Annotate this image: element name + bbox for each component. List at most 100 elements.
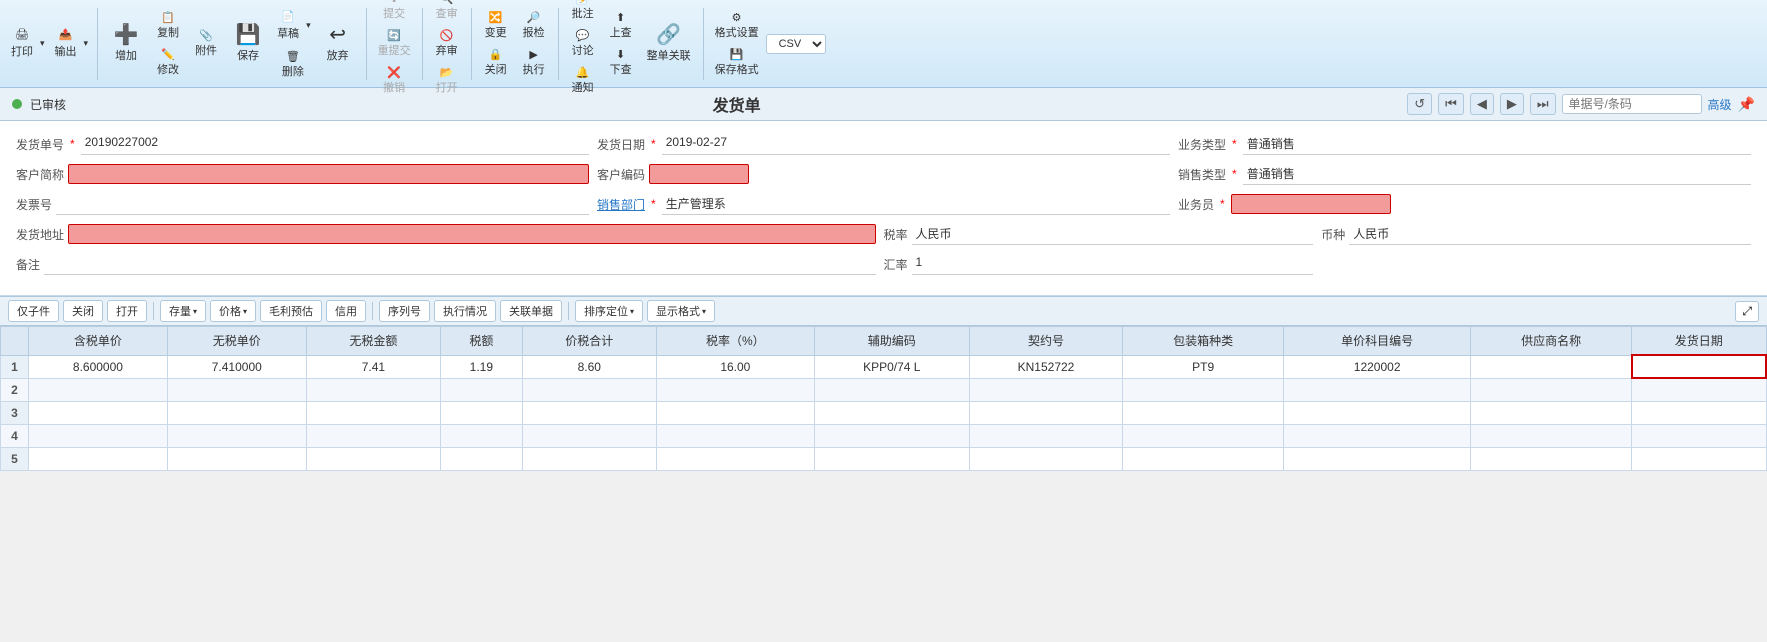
table-cell-tax_rate_pct[interactable] [656,424,814,447]
table-cell-unit_price_notax[interactable] [167,378,306,401]
inspect-button[interactable]: 🔎 报检 [516,8,552,43]
expand-table-button[interactable]: ⤢ [1735,301,1759,322]
table-cell-supplier_name[interactable] [1471,378,1632,401]
copy-button[interactable]: 📋 复制 [150,8,186,43]
table-cell-aux_code[interactable] [814,401,969,424]
table-cell-aux_code[interactable]: KPP0/74 L [814,355,969,378]
table-cell-contract_no[interactable]: KN152722 [969,355,1123,378]
table-cell-unit_price_tax[interactable] [29,447,168,470]
table-cell-pkg_type[interactable] [1123,378,1284,401]
table-cell-amount_notax[interactable] [306,424,440,447]
table-cell-unit_price_notax[interactable]: 7.410000 [167,355,306,378]
gross-profit-button[interactable]: 毛利预估 [260,300,322,322]
table-cell-pkg_type[interactable]: PT9 [1123,355,1284,378]
csv-select[interactable]: CSV [766,34,826,54]
open-audit-button[interactable]: 📂 打开 [429,63,465,98]
discuss-button[interactable]: 💬 讨论 [565,26,601,61]
next-record-button[interactable]: ▶ [1500,93,1524,115]
table-cell-aux_code[interactable] [814,447,969,470]
table-cell-row_num[interactable]: 5 [1,447,29,470]
table-cell-unit_price_tax[interactable] [29,424,168,447]
price-button[interactable]: 价格 ▾ [210,300,256,322]
table-cell-ship_date_col[interactable] [1632,401,1766,424]
modify-button[interactable]: ✏️ 修改 [150,45,186,80]
table-cell-pkg_type[interactable] [1123,401,1284,424]
abandon-button[interactable]: 🚫 弃审 [429,26,465,61]
table-cell-amount_notax[interactable] [306,401,440,424]
resubmit-button[interactable]: 🔄 重提交 [373,26,416,61]
save-format-button[interactable]: 💾 保存格式 [710,45,764,80]
table-cell-amount_notax[interactable] [306,378,440,401]
table-cell-unit_subject_code[interactable] [1284,424,1471,447]
table-cell-supplier_name[interactable] [1471,401,1632,424]
print-arrow[interactable]: ▾ [38,24,48,63]
change-button[interactable]: 🔀 变更 [478,8,514,43]
table-cell-row_num[interactable]: 1 [1,355,29,378]
table-cell-tax_amount[interactable] [441,378,523,401]
sort-position-button[interactable]: 排序定位 ▾ [575,300,643,322]
table-cell-tax_amount[interactable] [441,401,523,424]
table-row[interactable]: 4 [1,424,1767,447]
display-format-button[interactable]: 显示格式 ▾ [647,300,715,322]
table-row[interactable]: 2 [1,378,1767,401]
table-row[interactable]: 3 [1,401,1767,424]
table-cell-total_price[interactable]: 8.60 [522,355,656,378]
refresh-button[interactable]: ↺ [1407,93,1432,115]
annotate-button[interactable]: 📝 批注 [565,0,601,24]
table-cell-unit_price_notax[interactable] [167,401,306,424]
discard-button[interactable]: ↩ 放弃 [316,21,360,67]
table-cell-unit_price_tax[interactable]: 8.600000 [29,355,168,378]
table-cell-pkg_type[interactable] [1123,447,1284,470]
table-cell-unit_price_tax[interactable] [29,401,168,424]
table-cell-unit_subject_code[interactable] [1284,401,1471,424]
table-cell-contract_no[interactable] [969,424,1123,447]
seq-no-button[interactable]: 序列号 [379,300,430,322]
draft-arrow[interactable]: ▾ [304,6,314,45]
close-action-button[interactable]: 🔒 关闭 [478,45,514,80]
table-cell-total_price[interactable] [522,378,656,401]
table-cell-aux_code[interactable] [814,424,969,447]
pin-button[interactable]: 📌 [1738,96,1755,113]
down-button[interactable]: ⬇ 下查 [603,45,639,80]
open-tbl-button[interactable]: 打开 [107,300,147,322]
table-cell-supplier_name[interactable] [1471,355,1632,378]
first-record-button[interactable]: ⏮ [1438,93,1464,115]
table-cell-total_price[interactable] [522,447,656,470]
table-cell-unit_price_tax[interactable] [29,378,168,401]
credit-button[interactable]: 信用 [326,300,366,322]
audit-button[interactable]: 🔍 查审 [429,0,465,24]
close-tbl-button[interactable]: 关闭 [63,300,103,322]
add-button[interactable]: ➕ 增加 [104,21,148,67]
table-cell-unit_subject_code[interactable]: 1220002 [1284,355,1471,378]
last-record-button[interactable]: ⏭ [1530,93,1556,115]
table-cell-tax_rate_pct[interactable] [656,378,814,401]
prev-record-button[interactable]: ◀ [1470,93,1494,115]
export-button[interactable]: 📤 输出 [50,24,82,63]
table-cell-amount_notax[interactable]: 7.41 [306,355,440,378]
table-cell-supplier_name[interactable] [1471,447,1632,470]
link-button[interactable]: 🔗 整单关联 [641,21,697,67]
table-cell-contract_no[interactable] [969,401,1123,424]
table-cell-amount_notax[interactable] [306,447,440,470]
delete-button[interactable]: 🗑 删除 [272,47,314,82]
table-cell-contract_no[interactable] [969,378,1123,401]
table-cell-tax_amount[interactable] [441,447,523,470]
table-row[interactable]: 5 [1,447,1767,470]
table-cell-total_price[interactable] [522,401,656,424]
table-cell-aux_code[interactable] [814,378,969,401]
table-cell-tax_rate_pct[interactable] [656,447,814,470]
linked-doc-button[interactable]: 关联单据 [500,300,562,322]
table-cell-unit_subject_code[interactable] [1284,378,1471,401]
table-cell-ship_date_col[interactable] [1632,424,1766,447]
attach-button[interactable]: 📎 附件 [188,26,224,61]
table-cell-unit_subject_code[interactable] [1284,447,1471,470]
table-cell-ship_date_col[interactable] [1632,447,1766,470]
table-cell-row_num[interactable]: 4 [1,424,29,447]
table-cell-tax_amount[interactable]: 1.19 [441,355,523,378]
cancel-submit-button[interactable]: ❌ 撤销 [373,63,416,98]
submit-button[interactable]: ⬆ 提交 [373,0,416,24]
format-settings-button[interactable]: ⚙ 格式设置 [710,8,764,43]
table-cell-unit_price_notax[interactable] [167,424,306,447]
advanced-search-button[interactable]: 高级 [1708,96,1732,113]
save-button[interactable]: 💾 保存 [226,21,270,67]
